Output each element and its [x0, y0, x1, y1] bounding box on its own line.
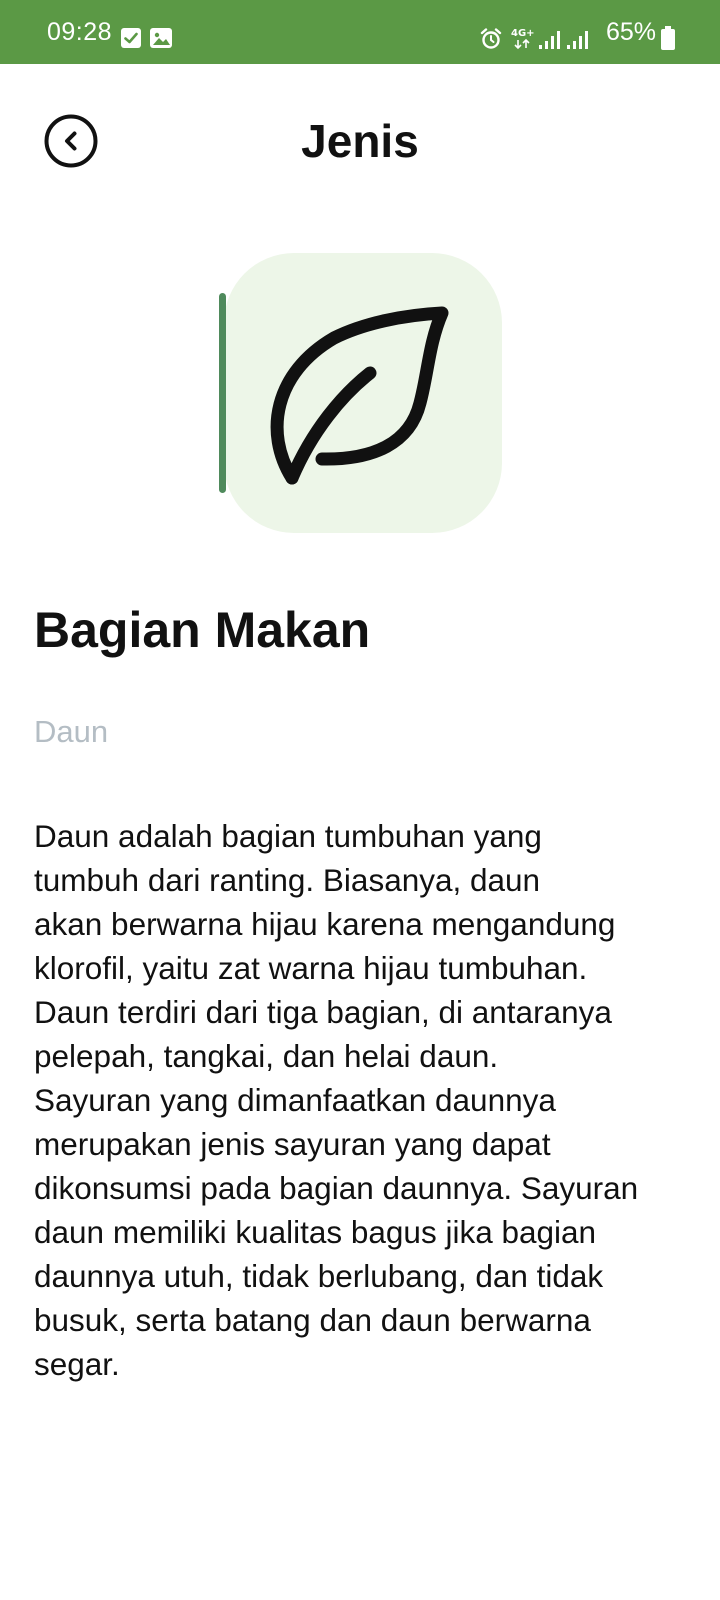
status-bar: 09:28 4G+ 65% — [0, 0, 720, 64]
description-line: Sayuran yang dimanfaatkan daunnya — [34, 1082, 556, 1118]
description-line: merupakan jenis sayuran yang dapat — [34, 1126, 551, 1162]
hero-accent-bar — [219, 293, 226, 493]
description-line: Daun terdiri dari tiga bagian, di antara… — [34, 994, 612, 1030]
gallery-notification-icon — [150, 28, 172, 48]
description-line: pelepah, tangkai, dan helai daun. — [34, 1038, 499, 1074]
description-line: klorofil, yaitu zat warna hijau tumbuhan… — [34, 950, 588, 986]
description-line: Daun adalah bagian tumbuhan yang — [34, 818, 542, 854]
page-title: Jenis — [301, 115, 419, 167]
status-time: 09:28 — [47, 18, 113, 46]
hero-image — [224, 253, 502, 533]
battery-icon — [661, 26, 675, 50]
description-line: daun memiliki kualitas bagus jika bagian — [34, 1214, 597, 1250]
header: Jenis — [0, 64, 720, 214]
description-line: segar. — [34, 1346, 120, 1382]
description: Daun adalah bagian tumbuhan yang tumbuh … — [34, 814, 694, 1386]
subtitle: Daun — [34, 714, 109, 749]
network-label: 4G+ — [511, 28, 535, 39]
leaf-icon — [270, 306, 449, 485]
description-line: dikonsumsi pada bagian daunnya. Sayuran — [34, 1170, 639, 1206]
description-line: daunnya utuh, tidak berlubang, dan tidak — [34, 1258, 604, 1294]
signal-strength-icon — [539, 31, 560, 49]
section-heading: Bagian Makan — [34, 602, 371, 658]
mobile-data-4g-icon: 4G+ — [511, 28, 535, 50]
battery-percentage: 65% — [606, 18, 657, 46]
description-line: tumbuh dari ranting. Biasanya, daun — [34, 862, 541, 898]
checklist-notification-icon — [121, 28, 141, 48]
alarm-icon — [480, 28, 502, 49]
description-line: busuk, serta batang dan daun berwarna — [34, 1302, 591, 1338]
description-line: akan berwarna hijau karena mengandung — [34, 906, 616, 942]
signal-strength-icon-2 — [567, 31, 588, 49]
